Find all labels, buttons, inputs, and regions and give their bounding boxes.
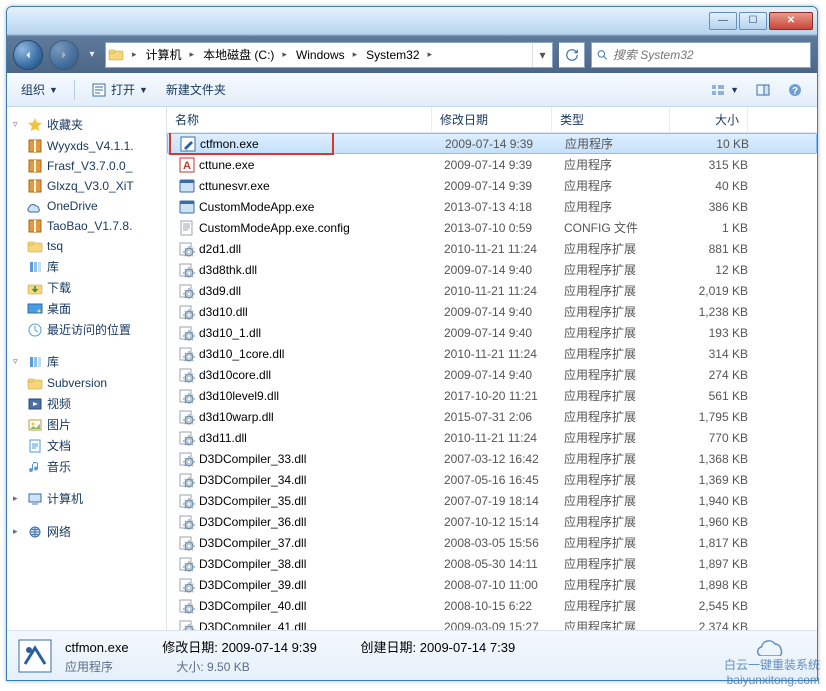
file-row[interactable]: d3d10core.dll 2009-07-14 9:40 应用程序扩展 274… xyxy=(167,364,817,385)
column-headers: 名称 修改日期 类型 大小 xyxy=(167,107,817,133)
open-icon xyxy=(91,82,107,98)
nav-item[interactable]: 库 xyxy=(9,256,164,277)
col-name[interactable]: 名称 xyxy=(167,107,432,132)
breadcrumb-system32[interactable]: System32 xyxy=(361,43,423,67)
nav-item[interactable]: 桌面 xyxy=(9,298,164,319)
file-row[interactable]: D3DCompiler_33.dll 2007-03-12 16:42 应用程序… xyxy=(167,448,817,469)
nav-item[interactable]: 视频 xyxy=(9,393,164,414)
details-filetype: 应用程序 xyxy=(65,660,113,674)
nav-item[interactable]: Glxzq_V3.0_XiT xyxy=(9,176,164,196)
watermark: 白云一键重装系统 baiyunxitong.com xyxy=(724,632,820,687)
nav-item[interactable]: 音乐 xyxy=(9,456,164,477)
nav-group-header[interactable]: ▸计算机 xyxy=(9,487,164,510)
breadcrumb-drive[interactable]: 本地磁盘 (C:) xyxy=(198,43,278,67)
file-row[interactable]: D3DCompiler_36.dll 2007-10-12 15:14 应用程序… xyxy=(167,511,817,532)
forward-button[interactable] xyxy=(49,40,79,70)
file-row[interactable]: D3DCompiler_35.dll 2007-07-19 18:14 应用程序… xyxy=(167,490,817,511)
details-filename: ctfmon.exe xyxy=(65,640,129,655)
nav-item[interactable]: 最近访问的位置 xyxy=(9,319,164,340)
col-type[interactable]: 类型 xyxy=(552,107,670,132)
file-pane: 名称 修改日期 类型 大小 ctfmon.exe 2009-07-14 9:39… xyxy=(167,107,817,630)
nav-item[interactable]: 下载 xyxy=(9,277,164,298)
file-row[interactable]: D3DCompiler_40.dll 2008-10-15 6:22 应用程序扩… xyxy=(167,595,817,616)
minimize-button[interactable]: — xyxy=(709,12,737,30)
svg-text:?: ? xyxy=(792,86,798,97)
open-button[interactable]: 打开 ▼ xyxy=(85,78,154,101)
file-row[interactable]: d3d10warp.dll 2015-07-31 2:06 应用程序扩展 1,7… xyxy=(167,406,817,427)
file-row[interactable]: D3DCompiler_39.dll 2008-07-10 11:00 应用程序… xyxy=(167,574,817,595)
chevron-right-icon: ▸ xyxy=(128,49,141,60)
details-thumb-icon xyxy=(15,636,55,676)
file-list[interactable]: ctfmon.exe 2009-07-14 9:39 应用程序 10 KB ct… xyxy=(167,133,817,630)
file-row[interactable]: cttune.exe 2009-07-14 9:39 应用程序 315 KB xyxy=(167,154,817,175)
search-icon xyxy=(596,48,609,62)
preview-pane-button[interactable] xyxy=(749,79,777,101)
nav-item[interactable]: tsq xyxy=(9,236,164,256)
nav-group-header[interactable]: ▿收藏夹 xyxy=(9,113,164,136)
nav-item[interactable]: Subversion xyxy=(9,373,164,393)
maximize-button[interactable]: ☐ xyxy=(739,12,767,30)
file-row[interactable]: d3d8thk.dll 2009-07-14 9:40 应用程序扩展 12 KB xyxy=(167,259,817,280)
nav-item[interactable]: TaoBao_V1.7.8. xyxy=(9,216,164,236)
file-row[interactable]: d3d10_1core.dll 2010-11-21 11:24 应用程序扩展 … xyxy=(167,343,817,364)
file-row[interactable]: cttunesvr.exe 2009-07-14 9:39 应用程序 40 KB xyxy=(167,175,817,196)
file-row[interactable]: d3d10.dll 2009-07-14 9:40 应用程序扩展 1,238 K… xyxy=(167,301,817,322)
file-row[interactable]: d2d1.dll 2010-11-21 11:24 应用程序扩展 881 KB xyxy=(167,238,817,259)
new-folder-button[interactable]: 新建文件夹 xyxy=(160,78,232,101)
nav-group-header[interactable]: ▿库 xyxy=(9,350,164,373)
details-pane: ctfmon.exe 修改日期: 2009-07-14 9:39 创建日期: 2… xyxy=(7,630,817,680)
navhistory-dropdown[interactable]: ▾ xyxy=(85,49,99,60)
col-size[interactable]: 大小 xyxy=(670,107,748,132)
breadcrumb-windows[interactable]: Windows xyxy=(291,43,349,67)
file-row[interactable]: d3d11.dll 2010-11-21 11:24 应用程序扩展 770 KB xyxy=(167,427,817,448)
search-box[interactable] xyxy=(591,42,811,68)
file-row[interactable]: d3d10level9.dll 2017-10-20 11:21 应用程序扩展 … xyxy=(167,385,817,406)
nav-item[interactable]: 文档 xyxy=(9,435,164,456)
back-button[interactable] xyxy=(13,40,43,70)
file-row[interactable]: d3d9.dll 2010-11-21 11:24 应用程序扩展 2,019 K… xyxy=(167,280,817,301)
nav-item[interactable]: Wyyxds_V4.1.1. xyxy=(9,136,164,156)
refresh-button[interactable] xyxy=(559,42,585,68)
file-row[interactable]: CustomModeApp.exe.config 2013-07-10 0:59… xyxy=(167,217,817,238)
file-row[interactable]: D3DCompiler_41.dll 2009-03-09 15:27 应用程序… xyxy=(167,616,817,630)
breadcrumb[interactable]: ▸ 计算机 ▸ 本地磁盘 (C:) ▸ Windows ▸ System32 ▸… xyxy=(105,42,553,68)
nav-item[interactable]: Frasf_V3.7.0.0_ xyxy=(9,156,164,176)
file-row[interactable]: d3d10_1.dll 2009-07-14 9:40 应用程序扩展 193 K… xyxy=(167,322,817,343)
col-date[interactable]: 修改日期 xyxy=(432,107,552,132)
help-button[interactable]: ? xyxy=(781,79,809,101)
search-input[interactable] xyxy=(613,48,806,62)
organize-button[interactable]: 组织 ▼ xyxy=(15,78,64,101)
breadcrumb-dropdown[interactable]: ▾ xyxy=(532,43,552,67)
file-row[interactable]: D3DCompiler_34.dll 2007-05-16 16:45 应用程序… xyxy=(167,469,817,490)
nav-item[interactable]: OneDrive xyxy=(9,196,164,216)
window-titlebar: — ☐ ✕ xyxy=(7,7,817,35)
breadcrumb-computer[interactable]: 计算机 xyxy=(141,43,186,67)
close-button[interactable]: ✕ xyxy=(769,12,813,30)
file-row[interactable]: ctfmon.exe 2009-07-14 9:39 应用程序 10 KB xyxy=(167,133,817,154)
nav-group-header[interactable]: ▸网络 xyxy=(9,520,164,543)
file-row[interactable]: D3DCompiler_38.dll 2008-05-30 14:11 应用程序… xyxy=(167,553,817,574)
toolbar: 组织 ▼ 打开 ▼ 新建文件夹 ▼ ? xyxy=(7,73,817,107)
file-row[interactable]: CustomModeApp.exe 2013-07-13 4:18 应用程序 3… xyxy=(167,196,817,217)
folder-icon xyxy=(108,47,124,63)
file-row[interactable]: D3DCompiler_37.dll 2008-03-05 15:56 应用程序… xyxy=(167,532,817,553)
nav-pane: ▿收藏夹Wyyxds_V4.1.1.Frasf_V3.7.0.0_Glxzq_V… xyxy=(7,107,167,630)
nav-item[interactable]: 图片 xyxy=(9,414,164,435)
address-bar: ▾ ▸ 计算机 ▸ 本地磁盘 (C:) ▸ Windows ▸ System32… xyxy=(7,35,817,73)
view-button[interactable]: ▼ xyxy=(704,79,745,101)
